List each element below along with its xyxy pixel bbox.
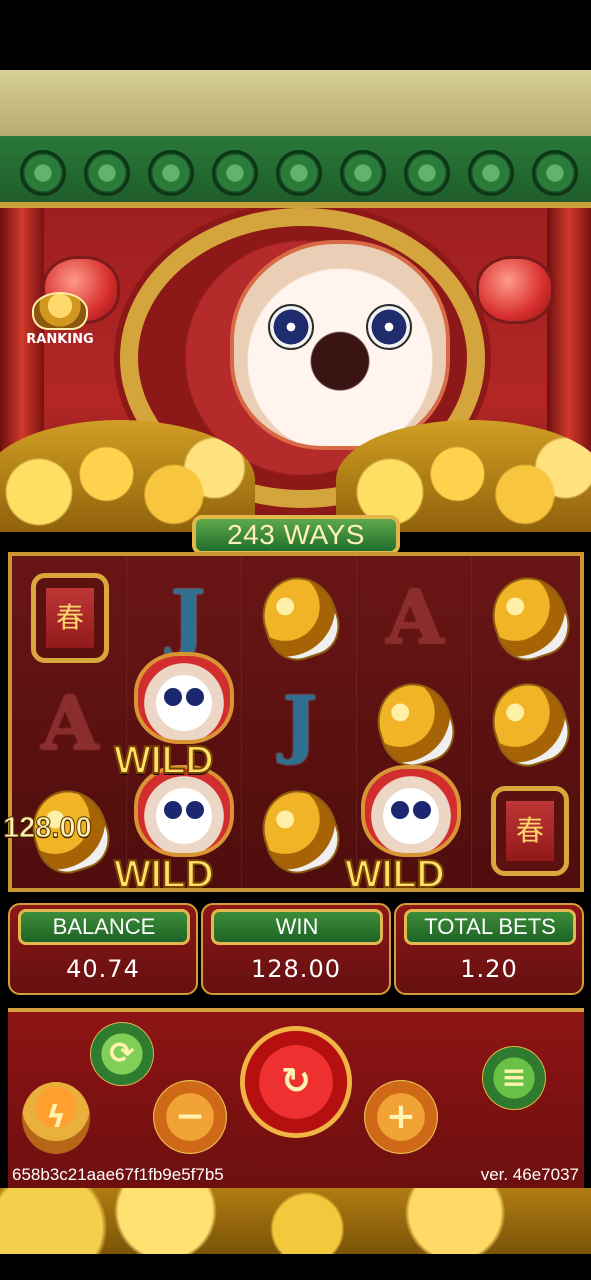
bell-symbol — [20, 568, 120, 668]
lion-dance-head — [230, 240, 450, 450]
autoplay-icon: ⟳ — [109, 1036, 135, 1071]
roof-tile-icon — [148, 150, 194, 196]
top-gold-band — [0, 70, 591, 136]
letter-a-symbol: A — [365, 568, 465, 668]
plus-icon: + — [385, 1096, 417, 1137]
win-panel: WIN 128.00 — [201, 903, 391, 995]
fish-icon — [482, 567, 578, 669]
bottom-system-bar — [0, 1254, 591, 1280]
lion-eye-left — [268, 304, 314, 350]
version-row: 658b3c21aae67f1fb9e5f7b5 ver. 46e7037 — [12, 1165, 579, 1187]
roof-tile-icon — [276, 150, 322, 196]
total-bets-label: TOTAL BETS — [404, 909, 576, 945]
spin-button[interactable]: ↻ — [240, 1026, 352, 1138]
fast-play-button[interactable]: ϟ — [22, 1082, 90, 1154]
letter-a-text: A — [386, 575, 444, 661]
balance-value: 40.74 — [66, 955, 140, 983]
lantern-icon — [476, 256, 554, 324]
bell-icon — [31, 573, 109, 663]
letter-a-symbol: A — [20, 674, 120, 774]
menu-icon: ≡ — [501, 1060, 527, 1095]
minus-icon: − — [174, 1096, 206, 1137]
lion-eye-right — [366, 304, 412, 350]
lion-dance-scene — [0, 208, 591, 532]
increase-bet-button[interactable]: + — [364, 1080, 438, 1154]
bell-icon — [491, 786, 569, 876]
wild-lion-symbol — [361, 761, 461, 861]
bottom-gold-ingots — [0, 1188, 591, 1254]
roof-tile-icon — [20, 150, 66, 196]
roof-tile-icon — [404, 150, 450, 196]
spin-icon: ↻ — [280, 1061, 312, 1102]
fish-icon — [482, 673, 578, 775]
lightning-icon: ϟ — [46, 1100, 66, 1135]
fish-symbol — [365, 673, 465, 775]
wild-label: WILD — [113, 738, 215, 783]
roof-tile-icon — [340, 150, 386, 196]
wild-lion-symbol — [134, 648, 234, 748]
fish-symbol — [480, 673, 580, 775]
win-label: WIN — [211, 909, 383, 945]
ways-banner: 243 WAYS — [192, 515, 400, 555]
trophy-icon — [32, 292, 88, 330]
autoplay-button[interactable]: ⟳ — [90, 1022, 154, 1086]
wild-label: WILD — [113, 852, 215, 892]
letter-j-text: J — [282, 681, 318, 767]
ranking-button[interactable]: RANKING — [18, 292, 102, 356]
fish-symbol — [250, 780, 350, 882]
wild-label: WILD — [344, 852, 446, 892]
letter-j-symbol: J — [250, 674, 350, 774]
balance-panel: BALANCE 40.74 — [8, 903, 198, 995]
fish-icon — [252, 780, 348, 882]
total-bets-value: 1.20 — [460, 955, 518, 983]
session-id: 658b3c21aae67f1fb9e5f7b5 — [12, 1165, 224, 1184]
slot-reels: A J J A WILD WILD WILD — [8, 552, 584, 892]
roof-tile-icon — [84, 150, 130, 196]
wild-lion-icon — [361, 765, 461, 857]
wild-lion-icon — [134, 652, 234, 744]
roof-tile-icon — [532, 150, 578, 196]
decrease-bet-button[interactable]: − — [153, 1080, 227, 1154]
top-status-bar — [0, 0, 591, 70]
roof-tile-icon — [468, 150, 514, 196]
balance-label: BALANCE — [18, 909, 190, 945]
bell-symbol — [480, 781, 580, 881]
fish-symbol — [250, 567, 350, 669]
win-value: 128.00 — [251, 955, 341, 983]
winning-payout: 128.00 — [3, 812, 93, 845]
letter-a-text: A — [41, 681, 99, 767]
total-bets-panel: TOTAL BETS 1.20 — [394, 903, 584, 995]
roof-tile-icon — [212, 150, 258, 196]
ranking-label: RANKING — [26, 332, 94, 347]
game-controls: ⟳ ϟ − ↻ + ≡ — [8, 1008, 584, 1188]
fish-icon — [252, 567, 348, 669]
fish-icon — [367, 673, 463, 775]
version-text: ver. 46e7037 — [480, 1165, 579, 1184]
menu-button[interactable]: ≡ — [482, 1046, 546, 1110]
fish-symbol — [480, 567, 580, 669]
